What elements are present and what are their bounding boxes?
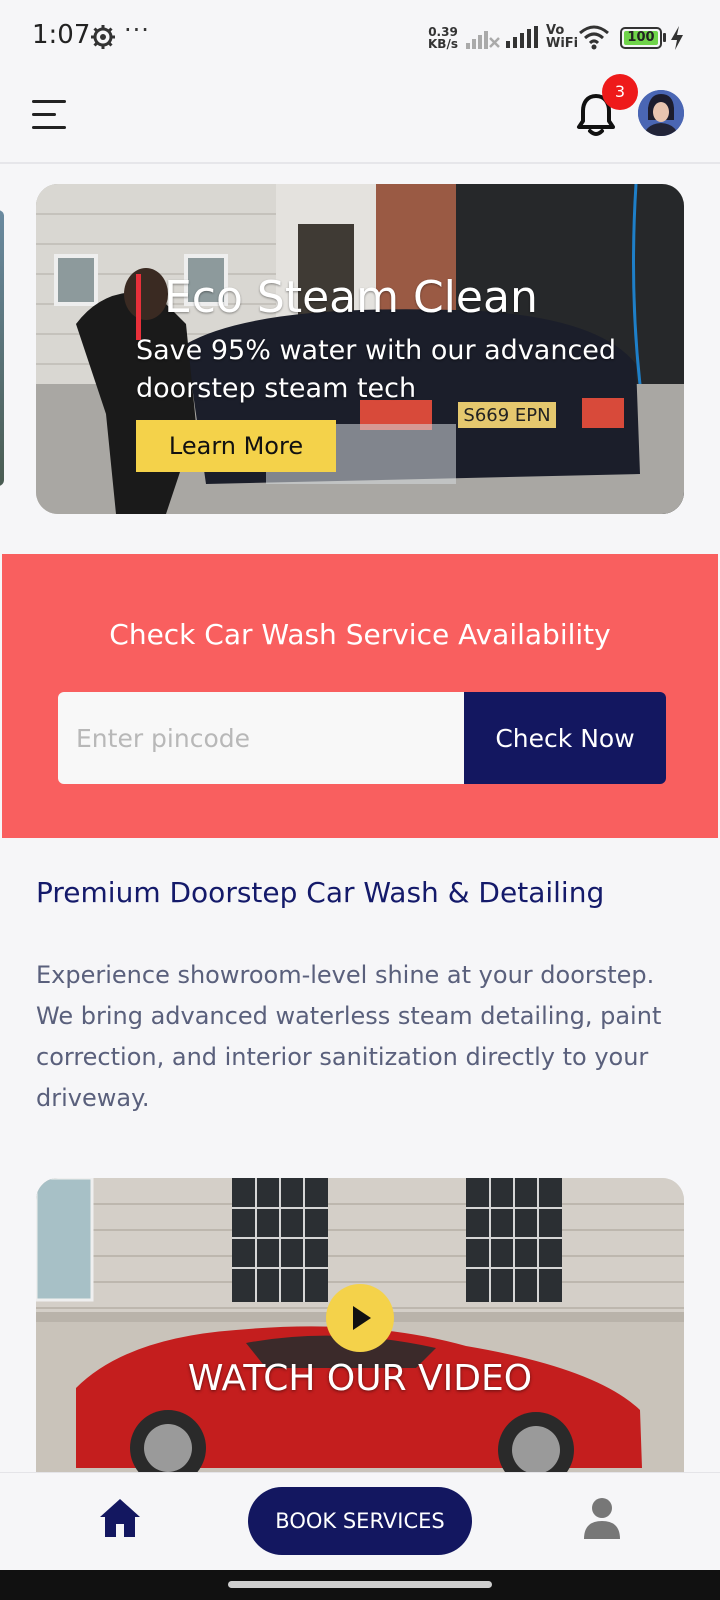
signal-strength-icon: [506, 26, 538, 48]
signal-no-service-icon: [466, 31, 500, 49]
settings-gear-icon: [91, 25, 115, 49]
check-now-button[interactable]: Check Now: [464, 692, 666, 784]
book-services-button[interactable]: BOOK SERVICES: [248, 1487, 472, 1555]
battery-level: 100: [627, 30, 655, 45]
more-notifications-icon: ···: [124, 16, 150, 44]
hero-accent-bar: [136, 274, 141, 340]
section-title: Premium Doorstep Car Wash & Detailing: [36, 876, 605, 909]
vowifi-indicator: Vo WiFi: [546, 24, 578, 50]
pincode-input[interactable]: [58, 692, 464, 784]
user-avatar[interactable]: [638, 90, 684, 136]
hamburger-menu-icon[interactable]: [32, 98, 68, 132]
home-icon[interactable]: [98, 1497, 142, 1539]
vowifi-wifi: WiFi: [546, 36, 579, 51]
bottom-navigation: BOOK SERVICES: [0, 1472, 720, 1570]
play-icon[interactable]: [326, 1284, 394, 1352]
hero-title: Eco Steam Clean: [164, 272, 538, 323]
hero-subtitle: Save 95% water with our advanced doorste…: [136, 335, 617, 404]
profile-icon[interactable]: [582, 1497, 622, 1539]
section-description: Experience showroom-level shine at your …: [36, 961, 662, 1112]
battery-tip: [663, 33, 666, 42]
availability-section: Check Car Wash Service Availability Chec…: [2, 554, 718, 838]
network-speed: 0.39 KB/s: [428, 26, 458, 50]
hero-banner: S669 EPN Eco Steam Clean Save 95% water …: [36, 184, 684, 514]
app-screen: 1:07 ··· 0.39 KB/s Vo WiFi 100 3 S669 EP…: [0, 0, 720, 1600]
wifi-icon: [579, 25, 609, 50]
learn-more-button[interactable]: Learn More: [136, 420, 336, 472]
video-card[interactable]: WATCH OUR VIDEO: [36, 1178, 684, 1478]
network-speed-unit: KB/s: [428, 37, 458, 51]
svg-text:S669 EPN: S669 EPN: [463, 405, 550, 426]
watch-video-label: WATCH OUR VIDEO: [187, 1358, 533, 1399]
charging-bolt-icon: [671, 26, 683, 50]
notification-badge: 3: [602, 74, 638, 110]
status-bar: 1:07 ··· 0.39 KB/s Vo WiFi 100: [0, 0, 720, 76]
availability-title: Check Car Wash Service Availability: [109, 618, 611, 651]
battery-icon: 100: [620, 27, 662, 49]
status-time: 1:07: [32, 20, 91, 50]
home-indicator[interactable]: [228, 1581, 492, 1588]
previous-slide-peek[interactable]: [0, 210, 4, 486]
